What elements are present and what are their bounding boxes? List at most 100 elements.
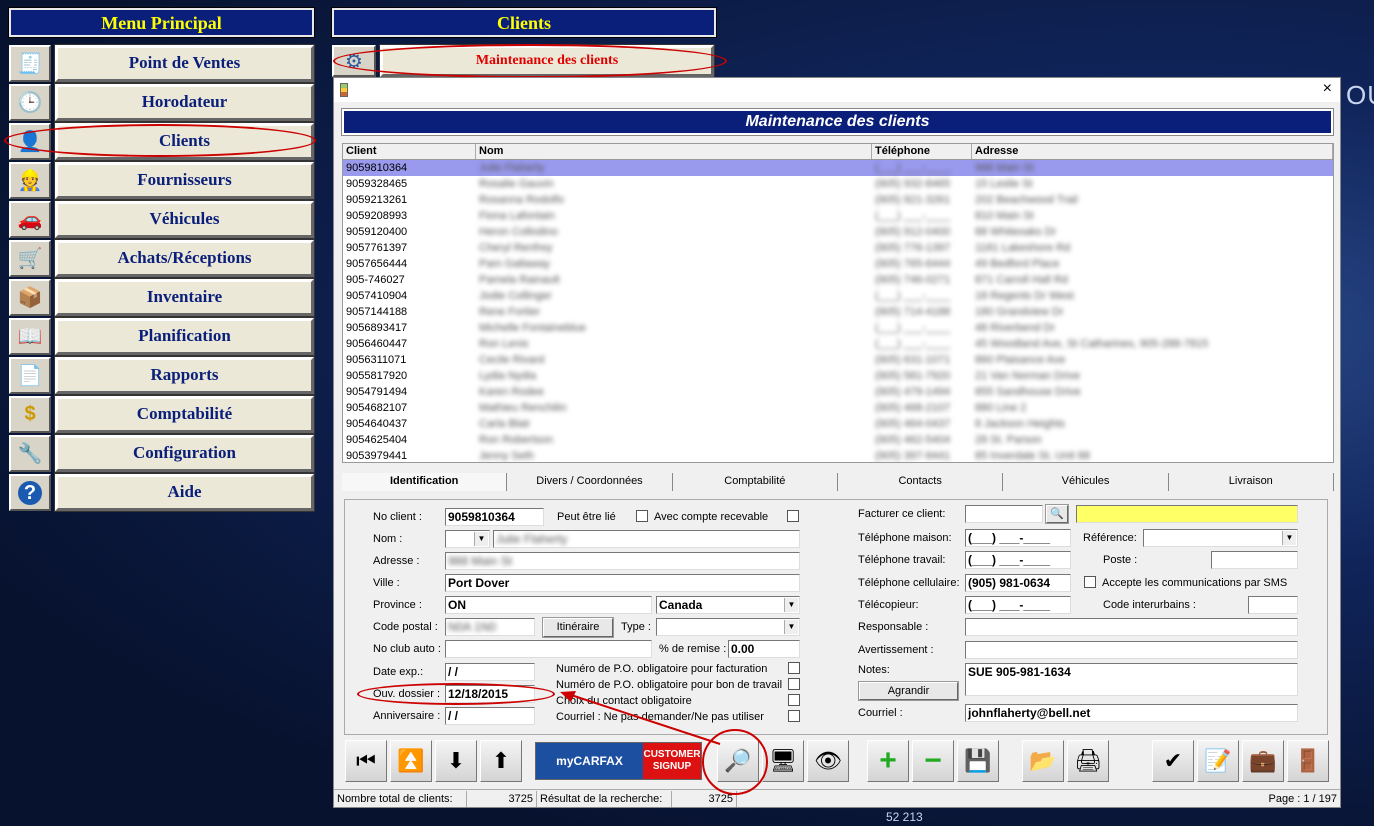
edit-document-icon[interactable]: 📝 [1197, 740, 1239, 782]
help-icon[interactable]: ? [9, 474, 51, 511]
peut-etre-lie-checkbox[interactable] [636, 510, 648, 522]
po-bon-travail-checkbox[interactable] [788, 678, 800, 690]
monitor-icon[interactable]: 🖥 [762, 740, 804, 782]
supplier-person-icon[interactable]: 👷 [9, 162, 51, 199]
code-inter-field[interactable] [1248, 596, 1298, 614]
tel-maison-field[interactable]: (___) ___-____ [965, 529, 1071, 547]
chevron-down-icon[interactable]: ▼ [784, 620, 798, 634]
avec-compte-checkbox[interactable] [787, 510, 799, 522]
printer-icon[interactable]: 🖨 [1067, 740, 1109, 782]
previous-record-icon[interactable]: ⬆ [480, 740, 522, 782]
table-row[interactable]: 9057656444 Pam Gallaway (905) 765-6444 49 B… [343, 256, 1333, 272]
no-client-field[interactable]: 9059810364 [445, 508, 544, 526]
next-record-icon[interactable]: ⬇ [435, 740, 477, 782]
menu-item-3[interactable]: 👷 Fournisseurs [9, 161, 315, 200]
col-client[interactable]: Client [343, 144, 476, 159]
remise-field[interactable]: 0.00 [728, 640, 800, 658]
report-icon[interactable]: 📄 [9, 357, 51, 394]
menu-button[interactable]: Comptabilité [54, 395, 315, 434]
menu-button[interactable]: Aide [54, 473, 315, 512]
tab-1[interactable]: Divers / Coordonnées [507, 473, 673, 491]
menu-item-0[interactable]: 🧾 Point de Ventes [9, 44, 315, 83]
remove-icon[interactable]: − [912, 740, 954, 782]
chevron-down-icon[interactable]: ▼ [1282, 531, 1296, 545]
adresse-field[interactable]: 988 Main St [445, 552, 800, 570]
table-row[interactable]: 9054625404 Ron Robertson (905) 462-5404 28 … [343, 432, 1333, 448]
table-row[interactable]: 9059120400 Heron Collodino (905) 912-0400 8… [343, 224, 1333, 240]
table-row[interactable]: 9054640437 Carla Blair (905) 464-0437 8 Jac… [343, 416, 1333, 432]
type-select[interactable]: ▼ [656, 618, 800, 636]
sms-checkbox[interactable] [1084, 576, 1096, 588]
first-record-icon[interactable]: ⏮ [345, 740, 387, 782]
table-row[interactable]: 9054791494 Karen Rodee (905) 479-1494 855 S… [343, 384, 1333, 400]
dollar-icon[interactable]: $ [9, 396, 51, 433]
add-icon[interactable]: + [867, 740, 909, 782]
code-postal-field[interactable]: N0A 1N0 [445, 618, 535, 636]
avertissement-field[interactable] [965, 641, 1298, 659]
ville-field[interactable]: Port Dover [445, 574, 800, 592]
book-icon[interactable]: 📖 [9, 318, 51, 355]
choix-contact-checkbox[interactable] [788, 694, 800, 706]
table-row[interactable]: 9053979441 Jenny Seth (905) 397-9441 85 Inv… [343, 448, 1333, 462]
eye-search-icon[interactable]: 👁 [807, 740, 849, 782]
table-row[interactable]: 9057761397 Cheryl Renfrey (905) 776-1397 11… [343, 240, 1333, 256]
close-icon[interactable]: × [1323, 80, 1332, 98]
search-client-icon[interactable]: 🔍 [1045, 504, 1069, 524]
menu-item-9[interactable]: $ Comptabilité [9, 395, 315, 434]
courriel-field[interactable]: johnflaherty@bell.net [965, 704, 1298, 722]
previous-page-icon[interactable]: ⏫ [390, 740, 432, 782]
menu-item-10[interactable]: 🔧 Configuration [9, 434, 315, 473]
tab-2[interactable]: Comptabilité [672, 473, 838, 491]
menu-item-1[interactable]: 🕒 Horodateur [9, 83, 315, 122]
menu-button[interactable]: Point de Ventes [54, 44, 315, 83]
table-row[interactable]: 9059208993 Fiona Lafontain (___) ___-____ 8… [343, 208, 1333, 224]
agrandir-button[interactable]: Agrandir [858, 681, 959, 701]
table-row[interactable]: 9059213261 Rosanna Rodolfo (905) 921-3261 2… [343, 192, 1333, 208]
itineraire-button[interactable]: Itinéraire [542, 617, 614, 638]
folder-icon[interactable]: 📂 [1022, 740, 1064, 782]
col-telephone[interactable]: Téléphone [872, 144, 972, 159]
clock-icon[interactable]: 🕒 [9, 84, 51, 121]
tab-5[interactable]: Livraison [1168, 473, 1334, 491]
car-icon[interactable]: 🚗 [9, 201, 51, 238]
tel-travail-field[interactable]: (___) ___-____ [965, 551, 1071, 569]
courriel-pas-checkbox[interactable] [788, 710, 800, 722]
save-icon[interactable]: 💾 [957, 740, 999, 782]
province-field[interactable]: ON [445, 596, 652, 614]
title-select[interactable]: ▼ [445, 530, 490, 548]
po-facturation-checkbox[interactable] [788, 662, 800, 674]
exit-icon[interactable]: 🚪 [1287, 740, 1329, 782]
reference-select[interactable]: ▼ [1143, 529, 1298, 547]
menu-item-6[interactable]: 📦 Inventaire [9, 278, 315, 317]
inventory-icon[interactable]: 📦 [9, 279, 51, 316]
tab-0[interactable]: Identification [342, 473, 508, 491]
menu-button[interactable]: Fournisseurs [54, 161, 315, 200]
briefcase-icon[interactable]: 💼 [1242, 740, 1284, 782]
tab-3[interactable]: Contacts [837, 473, 1004, 491]
no-club-field[interactable] [445, 640, 652, 658]
cash-register-icon[interactable]: 🧾 [9, 45, 51, 82]
col-nom[interactable]: Nom [476, 144, 872, 159]
menu-button[interactable]: Configuration [54, 434, 315, 473]
table-row[interactable]: 9059328465 Rosalie Gauvin (905) 932-8465 15… [343, 176, 1333, 192]
nom-field[interactable]: Julie Flaherty [493, 530, 800, 548]
date-exp-field[interactable]: / / [445, 663, 535, 681]
menu-item-7[interactable]: 📖 Planification [9, 317, 315, 356]
tab-4[interactable]: Véhicules [1003, 473, 1169, 491]
menu-button[interactable]: Inventaire [54, 278, 315, 317]
checklist-icon[interactable]: ✔ [1152, 740, 1194, 782]
responsable-field[interactable] [965, 618, 1298, 636]
menu-button[interactable]: Achats/Réceptions [54, 239, 315, 278]
facturer-field[interactable] [965, 505, 1043, 523]
menu-item-11[interactable]: ? Aide [9, 473, 315, 512]
table-row[interactable]: 9055817920 Lydia Nydia (905) 581-7920 21 Va… [343, 368, 1333, 384]
tel-cell-field[interactable]: (905) 981-0634 [965, 574, 1071, 592]
table-row[interactable]: 9057410904 Jodie Collinger (___) ___-____ 1… [343, 288, 1333, 304]
poste-field[interactable] [1211, 551, 1298, 569]
cart-icon[interactable]: 🛒 [9, 240, 51, 277]
tools-icon[interactable]: 🔧 [9, 435, 51, 472]
telecopieur-field[interactable]: (___) ___-____ [965, 596, 1071, 614]
table-row[interactable]: 9054682107 Mathieu Renchilin (905) 468-210… [343, 400, 1333, 416]
table-row[interactable]: 9057144188 Rene Fortier (905) 714-4188 180 … [343, 304, 1333, 320]
table-row[interactable]: 9056893417 Michelle Fontaineblue (___) ___… [343, 320, 1333, 336]
